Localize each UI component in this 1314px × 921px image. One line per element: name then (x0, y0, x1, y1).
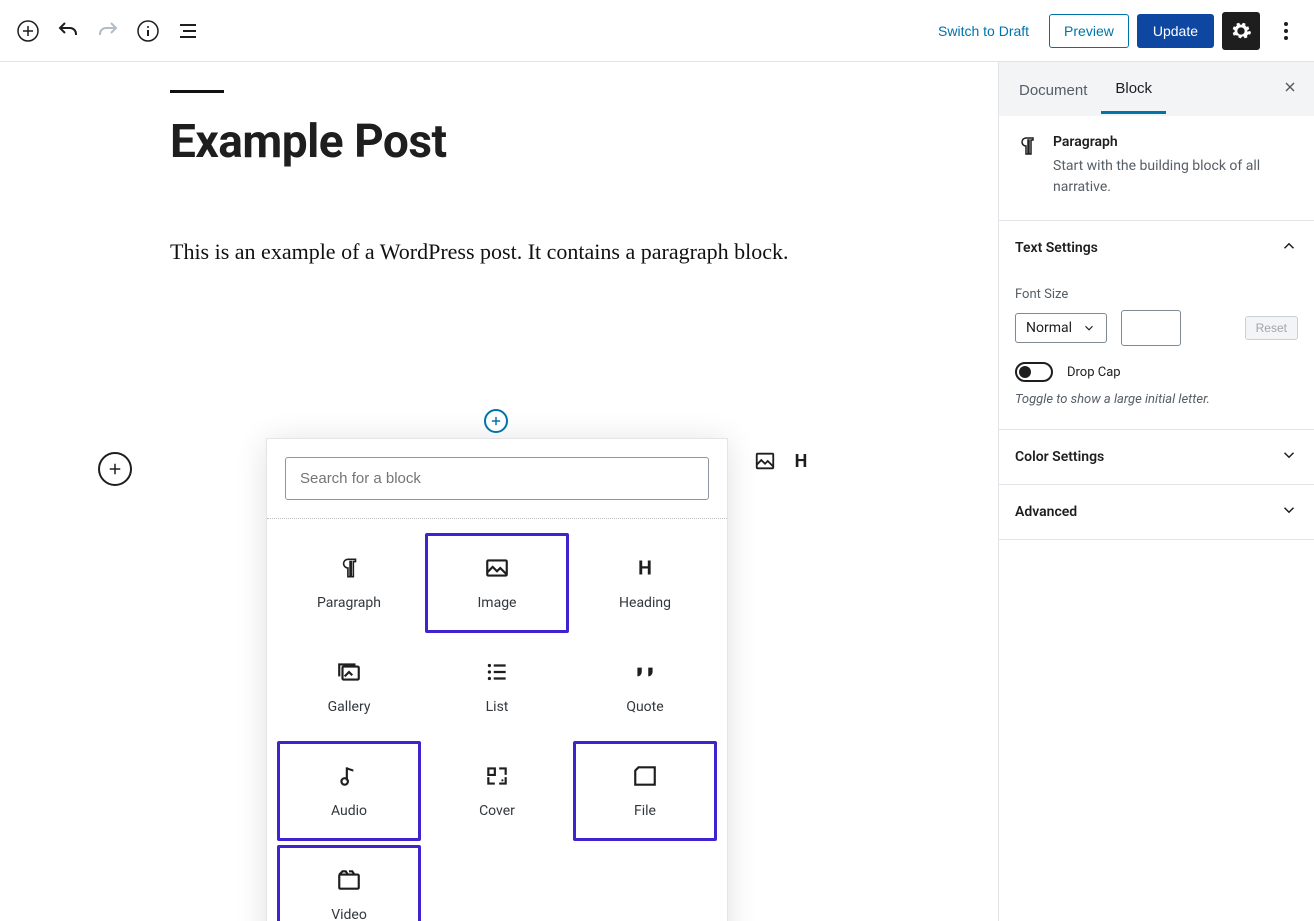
plus-icon (106, 460, 124, 478)
block-item-label: Audio (331, 803, 367, 819)
color-settings-header[interactable]: Color Settings (999, 430, 1314, 484)
block-item-cover[interactable]: Cover (425, 741, 569, 841)
block-item-list[interactable]: List (425, 637, 569, 737)
switch-to-draft-button[interactable]: Switch to Draft (926, 13, 1041, 49)
more-vertical-icon (1274, 19, 1298, 43)
block-item-label: Video (331, 907, 367, 921)
drop-cap-toggle[interactable] (1015, 362, 1053, 382)
block-item-file[interactable]: File (573, 741, 717, 841)
plus-circle-icon (16, 19, 40, 43)
settings-sidebar: Document Block Paragraph Start with the … (998, 62, 1314, 921)
post-title[interactable]: Example Post (170, 115, 850, 169)
inline-add-button[interactable] (98, 452, 132, 486)
audio-icon (336, 763, 362, 789)
undo-button[interactable] (50, 13, 86, 49)
advanced-header[interactable]: Advanced (999, 485, 1314, 539)
heading-icon[interactable]: H (786, 446, 816, 476)
chevron-down-icon (1280, 446, 1298, 468)
block-item-image[interactable]: Image (425, 533, 569, 633)
top-toolbar: Switch to Draft Preview Update (0, 0, 1314, 62)
block-item-label: File (634, 803, 656, 819)
block-item-paragraph[interactable]: Paragraph (277, 533, 421, 633)
pilcrow-icon (1015, 134, 1039, 158)
font-size-reset-button[interactable]: Reset (1245, 316, 1298, 340)
chevron-down-icon (1082, 321, 1096, 335)
panel-title: Advanced (1015, 504, 1077, 520)
tab-block[interactable]: Block (1101, 64, 1166, 114)
chevron-up-icon (1280, 237, 1298, 259)
svg-text:H: H (638, 557, 652, 580)
gear-icon (1230, 20, 1252, 42)
inline-toolbar: H (750, 446, 816, 476)
drop-cap-help: Toggle to show a large initial letter. (1015, 392, 1298, 407)
preview-button[interactable]: Preview (1049, 14, 1129, 48)
list-icon (484, 659, 510, 685)
block-item-video[interactable]: Video (277, 845, 421, 921)
update-button[interactable]: Update (1137, 14, 1214, 48)
chevron-down-icon (1280, 501, 1298, 523)
gallery-icon (336, 659, 362, 685)
quote-icon (632, 659, 658, 685)
undo-icon (56, 19, 80, 43)
block-inserter: Paragraph Image H Heading Gallery List Quote Au… (266, 438, 728, 921)
image-icon (484, 555, 510, 581)
file-icon (632, 763, 658, 789)
pilcrow-icon (336, 555, 362, 581)
block-item-label: List (486, 699, 509, 715)
block-subtitle: Start with the building block of all nar… (1053, 156, 1298, 198)
inserter-anchor[interactable] (484, 409, 508, 433)
settings-button[interactable] (1222, 12, 1260, 50)
info-button[interactable] (130, 13, 166, 49)
text-settings-header[interactable]: Text Settings (999, 221, 1314, 275)
close-icon (1282, 79, 1298, 95)
block-item-label: Heading (619, 595, 671, 611)
block-item-heading[interactable]: H Heading (573, 533, 717, 633)
block-item-label: Image (478, 595, 517, 611)
font-size-select[interactable]: Normal (1015, 313, 1107, 343)
block-item-gallery[interactable]: Gallery (277, 637, 421, 737)
block-description: Paragraph Start with the building block … (999, 116, 1314, 220)
editor-canvas: Example Post This is an example of a Wor… (0, 62, 998, 921)
sidebar-close-button[interactable] (1272, 71, 1308, 107)
redo-icon (96, 19, 120, 43)
block-item-label: Cover (479, 803, 515, 819)
block-item-label: Gallery (328, 699, 371, 715)
cover-icon (484, 763, 510, 789)
video-icon (336, 867, 362, 893)
paragraph-block[interactable]: This is an example of a WordPress post. … (170, 231, 850, 274)
add-block-button[interactable] (10, 13, 46, 49)
heading-icon: H (632, 555, 658, 581)
outline-button[interactable] (170, 13, 206, 49)
image-icon[interactable] (750, 446, 780, 476)
panel-title: Text Settings (1015, 240, 1098, 256)
plus-icon (489, 414, 503, 428)
font-size-input[interactable] (1121, 310, 1181, 346)
tab-document[interactable]: Document (1005, 66, 1101, 113)
block-title: Paragraph (1053, 134, 1298, 150)
outline-icon (176, 19, 200, 43)
info-icon (136, 19, 160, 43)
drop-cap-label: Drop Cap (1067, 365, 1121, 380)
redo-button[interactable] (90, 13, 126, 49)
more-options-button[interactable] (1268, 13, 1304, 49)
block-item-label: Quote (626, 699, 663, 715)
panel-title: Color Settings (1015, 449, 1104, 465)
block-item-audio[interactable]: Audio (277, 741, 421, 841)
font-size-label: Font Size (1015, 287, 1298, 302)
block-item-quote[interactable]: Quote (573, 637, 717, 737)
title-rule (170, 90, 224, 93)
font-size-value: Normal (1026, 320, 1072, 336)
block-search-input[interactable] (285, 457, 709, 500)
block-item-label: Paragraph (317, 595, 381, 611)
